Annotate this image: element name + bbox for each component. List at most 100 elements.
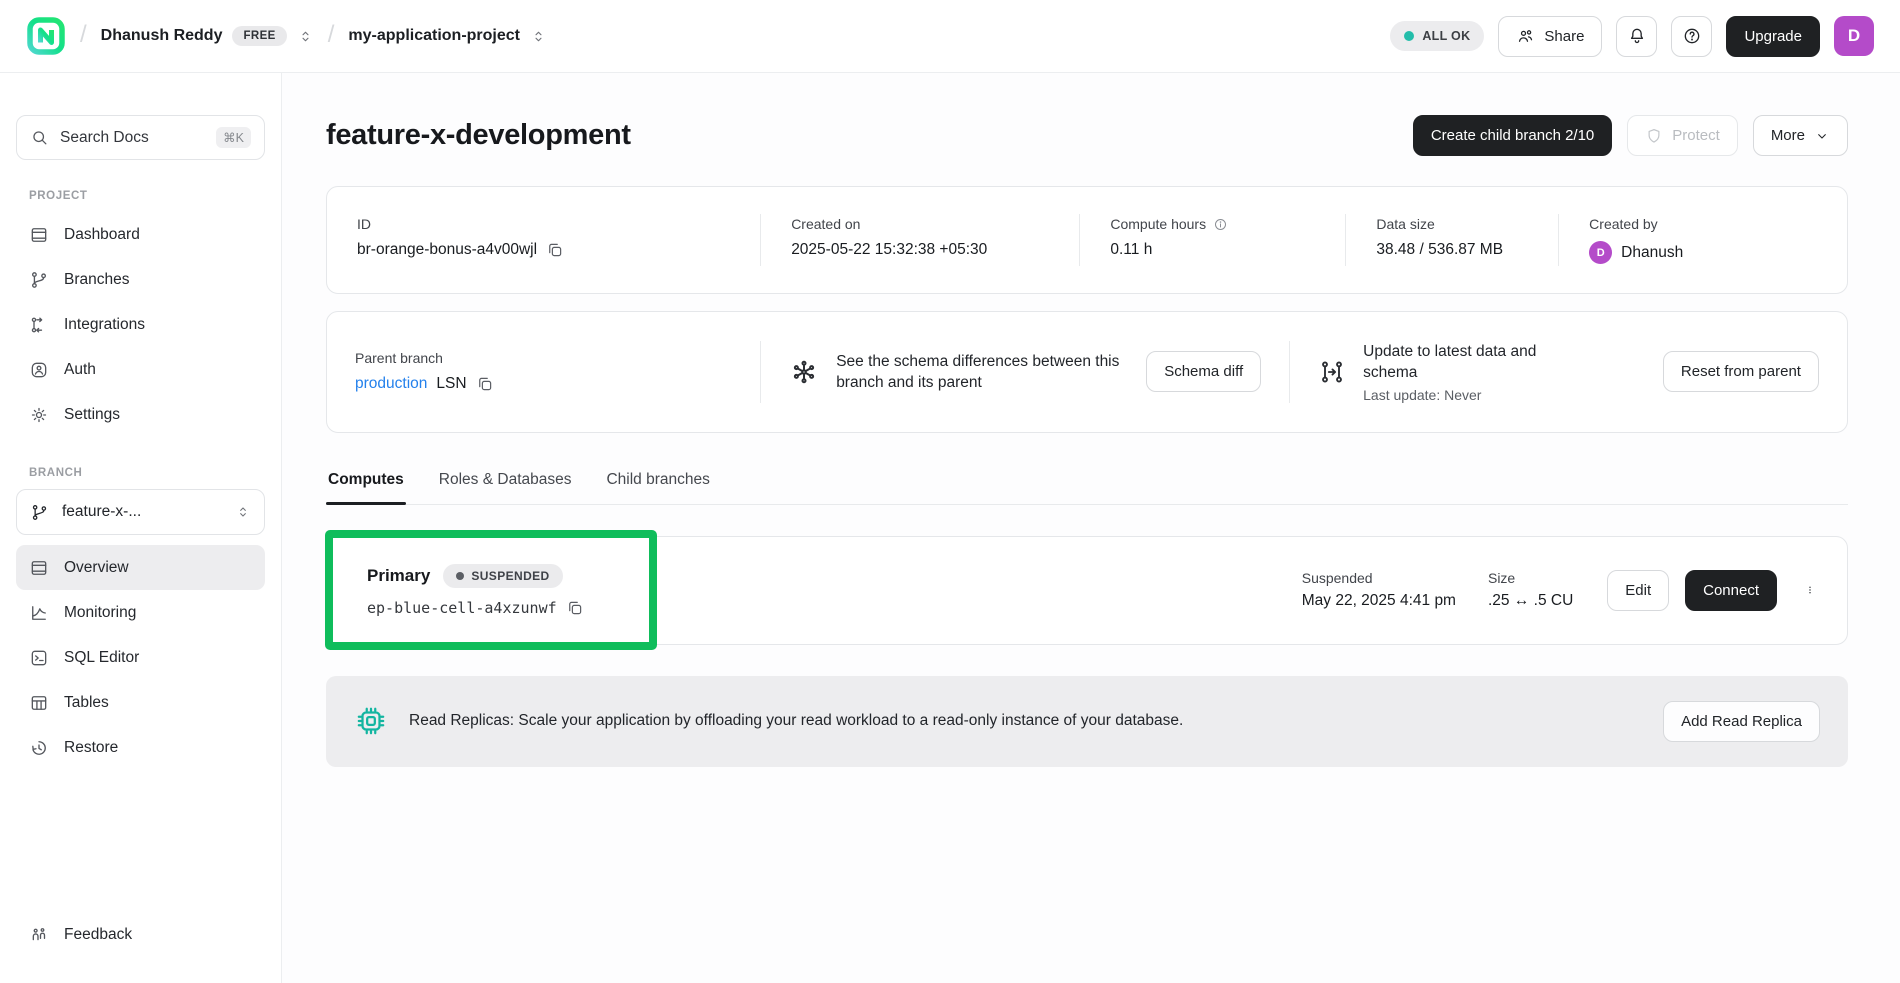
gear-icon xyxy=(29,405,49,425)
schema-diff-section: See the schema differences between this … xyxy=(760,341,1289,403)
org-name: Dhanush Reddy xyxy=(101,27,223,45)
creator-initial: D xyxy=(1597,247,1605,259)
protect-button[interactable]: Protect xyxy=(1627,115,1738,156)
breadcrumb-separator: / xyxy=(328,21,335,49)
sidebar-item-label: Dashboard xyxy=(64,226,140,244)
users-icon xyxy=(1516,27,1535,46)
question-icon xyxy=(1682,26,1702,46)
sidebar-item-label: Auth xyxy=(64,361,96,379)
copy-icon[interactable] xyxy=(546,241,564,259)
sidebar-item-feedback[interactable]: Feedback xyxy=(16,912,265,957)
search-docs-input[interactable]: Search Docs ⌘K xyxy=(16,115,265,160)
branch-selector-value: feature-x-... xyxy=(62,503,141,521)
neon-logo[interactable] xyxy=(26,16,66,56)
reset-branch-icon xyxy=(1318,358,1346,386)
edit-label: Edit xyxy=(1625,582,1651,599)
table-icon xyxy=(29,693,49,713)
chevron-down-icon xyxy=(1814,128,1830,144)
size-label: Size xyxy=(1488,570,1573,586)
info-created-on: Created on 2025-05-22 15:32:38 +05:30 xyxy=(760,214,1079,266)
upgrade-label: Upgrade xyxy=(1744,28,1802,45)
share-button[interactable]: Share xyxy=(1498,16,1602,57)
terminal-icon xyxy=(29,648,49,668)
read-replica-text: Read Replicas: Scale your application by… xyxy=(409,712,1183,730)
schema-diff-button[interactable]: Schema diff xyxy=(1146,351,1261,392)
reset-from-parent-button[interactable]: Reset from parent xyxy=(1663,351,1819,392)
add-read-replica-button[interactable]: Add Read Replica xyxy=(1663,701,1820,742)
info-compute-hours: Compute hours 0.11 h xyxy=(1079,214,1345,266)
sidebar-item-auth[interactable]: Auth xyxy=(16,347,265,392)
copy-icon[interactable] xyxy=(476,375,494,393)
created-on-label: Created on xyxy=(791,216,1049,232)
breadcrumb-project[interactable]: my-application-project xyxy=(348,27,547,45)
kebab-menu-icon[interactable] xyxy=(1801,581,1819,599)
sidebar-item-settings[interactable]: Settings xyxy=(16,392,265,437)
branch-section-label: BRANCH xyxy=(29,467,252,479)
create-child-branch-label: Create child branch 2/10 xyxy=(1431,127,1594,144)
compute-hours-value: 0.11 h xyxy=(1110,241,1152,259)
connect-label: Connect xyxy=(1703,582,1759,599)
search-shortcut: ⌘K xyxy=(216,127,251,148)
project-section-label: PROJECT xyxy=(29,190,252,202)
tab-computes[interactable]: Computes xyxy=(326,471,406,504)
size-value: .25 ↔ .5 CU xyxy=(1488,592,1573,610)
connect-button[interactable]: Connect xyxy=(1685,570,1777,611)
schema-diff-text: See the schema differences between this … xyxy=(836,351,1129,394)
compute-status-badge: SUSPENDED xyxy=(443,564,562,588)
dashboard-icon xyxy=(29,225,49,245)
sidebar-item-integrations[interactable]: Integrations xyxy=(16,302,265,347)
branch-selector[interactable]: feature-x-... xyxy=(16,489,265,535)
breadcrumb-org[interactable]: Dhanush Reddy FREE xyxy=(101,26,314,46)
sidebar-item-tables[interactable]: Tables xyxy=(16,680,265,725)
tab-child-branches[interactable]: Child branches xyxy=(604,471,711,504)
lsn-label: LSN xyxy=(436,375,466,393)
overview-icon xyxy=(29,558,49,578)
user-avatar[interactable]: D xyxy=(1834,16,1874,56)
integrations-icon xyxy=(29,315,49,335)
status-dot-icon xyxy=(456,572,464,580)
help-button[interactable] xyxy=(1671,16,1712,57)
suspended-label: Suspended xyxy=(1302,570,1456,586)
edit-button[interactable]: Edit xyxy=(1607,570,1669,611)
info-created-by: Created by D Dhanush xyxy=(1558,214,1847,266)
chevron-up-down-icon xyxy=(235,504,251,520)
compute-row: Primary SUSPENDED ep-blue-cell-a4xzunwf … xyxy=(326,536,1848,645)
auth-user-icon xyxy=(29,360,49,380)
top-header: / Dhanush Reddy FREE / my-application-pr… xyxy=(0,0,1900,73)
sidebar-item-restore[interactable]: Restore xyxy=(16,725,265,770)
tab-roles-databases[interactable]: Roles & Databases xyxy=(437,471,574,504)
info-icon[interactable] xyxy=(1213,217,1228,232)
more-button[interactable]: More xyxy=(1753,115,1848,156)
sidebar-item-monitoring[interactable]: Monitoring xyxy=(16,590,265,635)
info-id: ID br-orange-bonus-a4v00wjl xyxy=(327,214,760,266)
more-label: More xyxy=(1771,127,1805,144)
sidebar-item-label: Feedback xyxy=(64,926,132,944)
compute-primary-info: Primary SUSPENDED ep-blue-cell-a4xzunwf xyxy=(355,564,584,617)
sidebar-item-label: Tables xyxy=(64,694,109,712)
parent-branch-info: Parent branch production LSN xyxy=(327,341,760,403)
size-info: Size .25 ↔ .5 CU xyxy=(1488,570,1573,610)
parent-branch-link[interactable]: production xyxy=(355,375,427,393)
sidebar-item-label: Integrations xyxy=(64,316,145,334)
suspended-info: Suspended May 22, 2025 4:41 pm xyxy=(1302,570,1456,610)
sidebar-item-dashboard[interactable]: Dashboard xyxy=(16,212,265,257)
info-data-size: Data size 38.48 / 536.87 MB xyxy=(1345,214,1558,266)
created-by-value: Dhanush xyxy=(1621,244,1683,262)
main-content: feature-x-development Create child branc… xyxy=(282,73,1900,983)
sidebar-item-overview[interactable]: Overview xyxy=(16,545,265,590)
create-child-branch-button[interactable]: Create child branch 2/10 xyxy=(1413,115,1612,156)
sidebar-item-branches[interactable]: Branches xyxy=(16,257,265,302)
search-icon xyxy=(30,128,49,147)
update-text: Update to latest data and schema xyxy=(1363,341,1593,384)
copy-icon[interactable] xyxy=(566,599,584,617)
sidebar-item-label: Settings xyxy=(64,406,120,424)
sidebar-item-sql-editor[interactable]: SQL Editor xyxy=(16,635,265,680)
status-badge[interactable]: ALL OK xyxy=(1390,21,1484,51)
git-branch-icon xyxy=(30,503,49,522)
upgrade-button[interactable]: Upgrade xyxy=(1726,16,1820,57)
chart-line-icon xyxy=(29,603,49,623)
branch-tabs: Computes Roles & Databases Child branche… xyxy=(326,471,1848,505)
schema-icon xyxy=(789,357,819,387)
notifications-button[interactable] xyxy=(1616,16,1657,57)
page-title: feature-x-development xyxy=(326,119,631,152)
